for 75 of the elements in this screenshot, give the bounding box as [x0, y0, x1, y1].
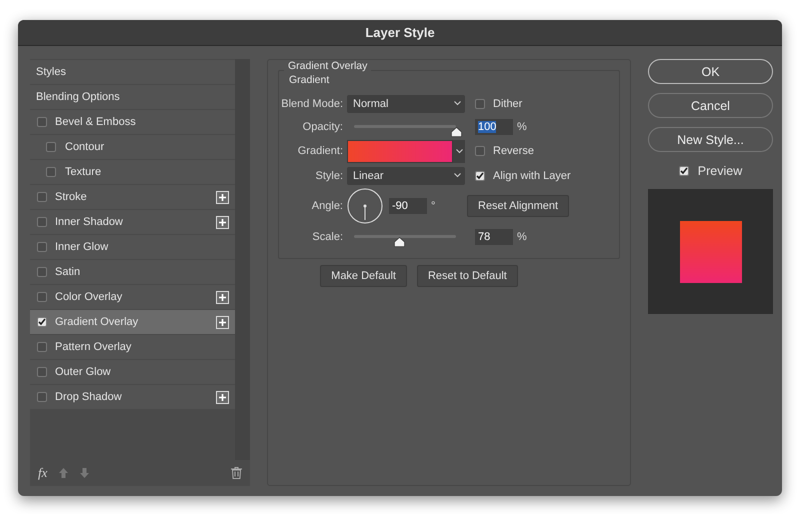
- dither-checkbox[interactable]: [475, 98, 485, 108]
- section-title: Gradient Overlay: [284, 60, 372, 72]
- align-checkbox[interactable]: [475, 170, 485, 180]
- preview-swatch: [680, 220, 742, 282]
- fx-button[interactable]: fx: [38, 465, 48, 481]
- up-arrow-icon[interactable]: [59, 468, 68, 478]
- style-checkbox[interactable]: [37, 317, 47, 327]
- style-item[interactable]: Blending Options: [30, 85, 235, 109]
- style-item[interactable]: Inner Shadow: [30, 210, 235, 234]
- style-checkbox[interactable]: [37, 392, 47, 402]
- style-item[interactable]: Pattern Overlay: [30, 335, 235, 359]
- dialog-button[interactable]: OK: [648, 59, 773, 84]
- default-button[interactable]: Make Default: [320, 265, 407, 287]
- style-checkbox[interactable]: [37, 192, 47, 202]
- style-item[interactable]: Color Overlay: [30, 285, 235, 309]
- field-label: Angle:: [310, 200, 344, 212]
- unit-label: %: [517, 120, 527, 132]
- checkbox-label: Align with Layer: [493, 170, 571, 182]
- group-title: Gradient: [288, 73, 330, 86]
- style-checkbox[interactable]: [37, 117, 47, 127]
- field-label: Scale:: [311, 230, 344, 242]
- checkbox-label: Preview: [698, 164, 742, 178]
- default-button[interactable]: Reset to Default: [416, 265, 518, 287]
- preview-checkbox[interactable]: [678, 166, 689, 176]
- window-title: Layer Style: [365, 25, 435, 40]
- style-item[interactable]: Styles: [30, 60, 235, 84]
- style-dropdown[interactable]: Linear: [347, 166, 465, 184]
- trash-icon[interactable]: [231, 467, 242, 479]
- angle-dial[interactable]: [347, 188, 383, 224]
- gradient-swatch[interactable]: [347, 140, 453, 162]
- reset-alignment-button[interactable]: Reset Alignment: [467, 195, 570, 217]
- field-label: Gradient:: [296, 145, 344, 157]
- plus-icon[interactable]: [216, 290, 229, 304]
- caret-icon: [454, 101, 461, 106]
- angle-field[interactable]: -90: [389, 198, 427, 214]
- field-label: Blend Mode:: [280, 98, 344, 110]
- opacity-field[interactable]: 100: [475, 118, 513, 134]
- slider-thumb[interactable]: [451, 127, 462, 137]
- style-checkbox[interactable]: [46, 167, 56, 177]
- caret-icon: [456, 148, 462, 154]
- style-checkbox[interactable]: [37, 292, 47, 302]
- style-item[interactable]: Contour: [30, 135, 235, 159]
- style-checkbox[interactable]: [37, 367, 47, 377]
- gradient-dropdown[interactable]: [453, 140, 465, 162]
- style-item[interactable]: Texture: [30, 160, 235, 184]
- plus-icon[interactable]: [216, 316, 229, 328]
- unit-label: %: [517, 230, 527, 242]
- style-item[interactable]: Inner Glow: [30, 235, 235, 259]
- style-checkbox[interactable]: [37, 342, 47, 352]
- plus-icon[interactable]: [216, 216, 229, 228]
- dialog-button[interactable]: New Style...: [648, 127, 773, 152]
- reverse-checkbox[interactable]: [475, 146, 485, 156]
- checkbox-label: Reverse: [493, 145, 534, 157]
- style-checkbox[interactable]: [46, 142, 56, 152]
- scrollbar[interactable]: [235, 59, 250, 460]
- field-label: Opacity:: [302, 120, 344, 132]
- style-item[interactable]: Outer Glow: [30, 360, 235, 384]
- plus-icon[interactable]: [216, 190, 229, 204]
- style-item[interactable]: Satin: [30, 260, 235, 284]
- plus-icon[interactable]: [216, 390, 229, 404]
- caret-icon: [454, 173, 461, 178]
- unit-label: °: [431, 200, 436, 212]
- style-checkbox[interactable]: [37, 217, 47, 227]
- style-item[interactable]: Gradient Overlay: [30, 310, 235, 334]
- dialog-button[interactable]: Cancel: [648, 93, 773, 118]
- down-arrow-icon[interactable]: [80, 468, 90, 478]
- style-checkbox[interactable]: [37, 242, 47, 252]
- style-item[interactable]: Stroke: [30, 185, 235, 209]
- checkbox-label: Dither: [493, 98, 522, 110]
- field-label: Style:: [314, 170, 344, 182]
- style-item[interactable]: Drop Shadow: [30, 385, 235, 409]
- blend-mode-dropdown[interactable]: Normal: [347, 94, 465, 112]
- style-item[interactable]: Bevel & Emboss: [30, 110, 235, 134]
- style-checkbox[interactable]: [37, 267, 47, 277]
- scale-field[interactable]: 78: [475, 228, 513, 244]
